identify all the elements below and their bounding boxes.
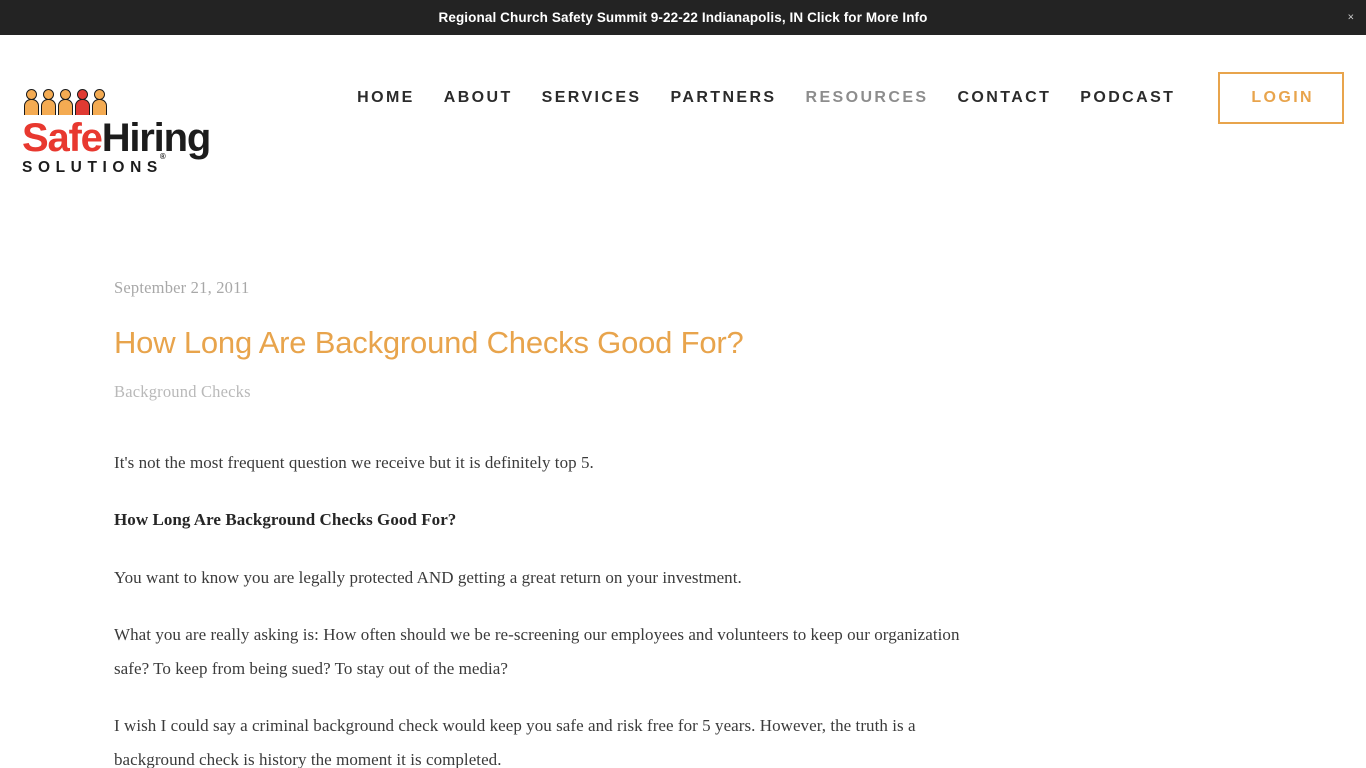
- nav-item-resources[interactable]: RESOURCES: [806, 79, 929, 117]
- nav-item-partners[interactable]: PARTNERS: [670, 79, 776, 117]
- post-date: September 21, 2011: [114, 278, 250, 297]
- article-column: September 21, 2011 How Long Are Backgrou…: [0, 160, 959, 768]
- page-title: How Long Are Background Checks Good For?: [114, 325, 744, 360]
- close-icon[interactable]: ×: [1348, 12, 1354, 23]
- site-logo[interactable]: SafeHiring SOLUTIONS®: [22, 87, 212, 177]
- logo-wordmark: SafeHiring: [22, 116, 212, 160]
- paragraph: I wish I could say a criminal background…: [114, 716, 916, 768]
- nav-item-contact[interactable]: CONTACT: [957, 79, 1051, 117]
- people-group-icon: [24, 87, 207, 115]
- person-icon: [58, 89, 74, 115]
- logo-subtitle-text: SOLUTIONS: [22, 159, 163, 176]
- article-body: It's not the most frequent question we r…: [114, 446, 994, 768]
- site-header: SafeHiring SOLUTIONS® HOME ABOUT SERVICE…: [0, 35, 1366, 176]
- page-body: September 21, 2011 How Long Are Backgrou…: [0, 160, 1366, 768]
- nav-item-about[interactable]: ABOUT: [444, 79, 513, 117]
- registered-mark-icon: ®: [159, 151, 166, 161]
- logo-word-hiring: Hiring: [101, 116, 212, 160]
- main-navigation: HOME ABOUT SERVICES PARTNERS RESOURCES C…: [357, 71, 1366, 124]
- post-category[interactable]: Background Checks: [114, 382, 945, 402]
- announcement-bar[interactable]: Regional Church Safety Summit 9-22-22 In…: [0, 0, 1366, 35]
- paragraph: What you are really asking is: How often…: [114, 625, 960, 678]
- paragraph-heading: How Long Are Background Checks Good For?: [114, 510, 457, 530]
- paragraph: You want to know you are legally protect…: [114, 567, 742, 587]
- login-button[interactable]: LOGIN: [1218, 71, 1344, 124]
- person-icon: [24, 89, 40, 115]
- nav-item-home[interactable]: HOME: [357, 79, 415, 117]
- nav-item-services[interactable]: SERVICES: [542, 79, 642, 117]
- logo-subtitle: SOLUTIONS®: [22, 152, 169, 177]
- logo-word-safe: Safe: [22, 116, 103, 160]
- nav-item-podcast[interactable]: PODCAST: [1080, 79, 1175, 117]
- sidebar: Latest... Dec 10, 2021 ACTIVE SHOOTER IN…: [945, 160, 1366, 768]
- paragraph: It's not the most frequent question we r…: [114, 452, 594, 472]
- announcement-text[interactable]: Regional Church Safety Summit 9-22-22 In…: [439, 10, 928, 25]
- person-icon: [41, 89, 57, 115]
- person-icon: [92, 89, 108, 115]
- person-icon-highlighted: [75, 89, 91, 115]
